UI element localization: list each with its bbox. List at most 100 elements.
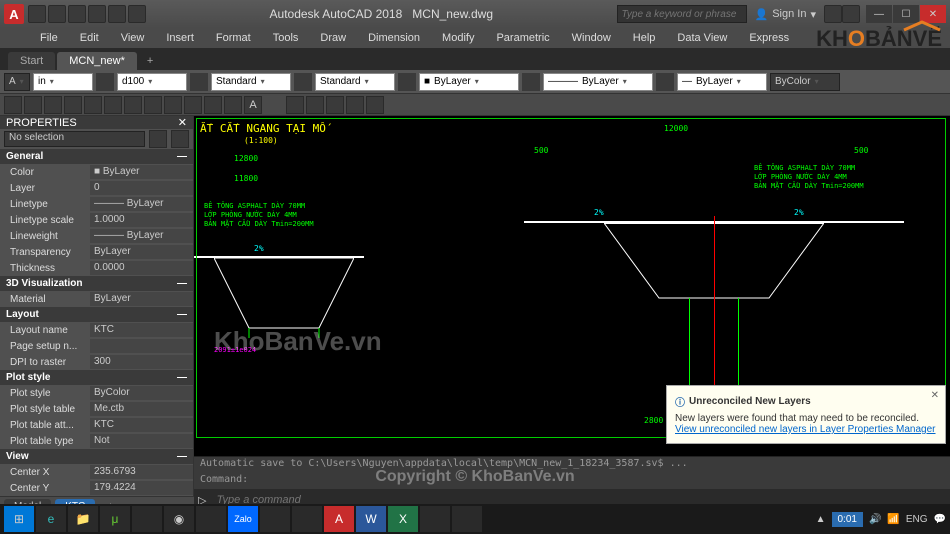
tool-icon[interactable]	[84, 96, 102, 114]
prop-value[interactable]: ——— ByLayer	[90, 197, 193, 211]
menu-view[interactable]: View	[111, 30, 155, 46]
prop-value[interactable]: ——— ByLayer	[90, 229, 193, 243]
clock[interactable]: 0:01	[832, 512, 863, 527]
prop-row[interactable]: Lineweight——— ByLayer	[0, 228, 193, 244]
prop-value[interactable]: ByLayer	[90, 245, 193, 259]
start-button[interactable]: ⊞	[4, 506, 34, 532]
lineweight-dropdown[interactable]: — ByLayer▾	[677, 73, 767, 91]
prop-value[interactable]: KTC	[90, 418, 193, 432]
prop-row[interactable]: TransparencyByLayer	[0, 244, 193, 260]
prop-group-header[interactable]: Layout—	[0, 307, 193, 322]
taskbar-ie-icon[interactable]: e	[36, 506, 66, 532]
language-indicator[interactable]: ENG	[906, 514, 928, 525]
tool-icon[interactable]	[44, 96, 62, 114]
qat-print-icon[interactable]	[128, 5, 146, 23]
taskbar-app-icon[interactable]	[452, 506, 482, 532]
taskbar-excel-icon[interactable]: X	[388, 506, 418, 532]
taskbar-app-icon[interactable]	[420, 506, 450, 532]
menu-draw[interactable]: Draw	[310, 30, 356, 46]
selection-dropdown[interactable]: No selection	[4, 131, 145, 147]
qat-undo-icon[interactable]	[88, 5, 106, 23]
menu-file[interactable]: File	[30, 30, 68, 46]
prop-value[interactable]: 1.0000	[90, 213, 193, 227]
tab-add-button[interactable]: +	[139, 52, 161, 70]
app-icon[interactable]: A	[4, 4, 24, 24]
prop-row[interactable]: Linetype——— ByLayer	[0, 196, 193, 212]
tool-icon[interactable]	[144, 96, 162, 114]
tool-icon[interactable]	[346, 96, 364, 114]
tool-icon[interactable]	[326, 96, 344, 114]
prop-row[interactable]: Thickness0.0000	[0, 260, 193, 276]
prop-value[interactable]: 300	[90, 355, 193, 369]
quickselect-icon[interactable]	[149, 130, 167, 148]
taskbar-app-icon[interactable]	[196, 506, 226, 532]
tray-icon[interactable]: 🔊	[869, 514, 881, 525]
taskbar-explorer-icon[interactable]: 📁	[68, 506, 98, 532]
taskbar-autocad-icon[interactable]: A	[324, 506, 354, 532]
balloon-link[interactable]: View unreconciled new layers in Layer Pr…	[675, 424, 937, 435]
help-icon[interactable]	[842, 5, 860, 23]
minimize-button[interactable]: —	[866, 5, 892, 23]
help-search-input[interactable]	[617, 5, 747, 23]
tool-icon[interactable]	[164, 96, 182, 114]
tablestyle-dropdown[interactable]: Standard▾	[211, 73, 291, 91]
taskbar-zalo-icon[interactable]: Zalo	[228, 506, 258, 532]
tool-icon[interactable]	[306, 96, 324, 114]
prop-value[interactable]: 0.0000	[90, 261, 193, 275]
prop-value[interactable]: 0	[90, 181, 193, 195]
tool-icon[interactable]	[104, 96, 122, 114]
prop-value[interactable]: KTC	[90, 323, 193, 337]
menu-format[interactable]: Format	[206, 30, 261, 46]
prop-value[interactable]: ■ ByLayer	[90, 165, 193, 179]
qat-new-icon[interactable]	[28, 5, 46, 23]
annotate-dropdown[interactable]: A▾	[4, 73, 30, 91]
linetype-dropdown[interactable]: ——— ByLayer▾	[543, 73, 653, 91]
prop-value[interactable]: 235.6793	[90, 465, 193, 479]
menu-insert[interactable]: Insert	[156, 30, 204, 46]
mleader-icon[interactable]	[294, 73, 312, 91]
prop-row[interactable]: Plot table att...KTC	[0, 417, 193, 433]
mleaderstyle-dropdown[interactable]: Standard▾	[315, 73, 395, 91]
layer-icon[interactable]	[398, 73, 416, 91]
taskbar-app-icon[interactable]	[292, 506, 322, 532]
prop-group-header[interactable]: 3D Visualization—	[0, 276, 193, 291]
tool-icon[interactable]	[184, 96, 202, 114]
prop-row[interactable]: DPI to raster300	[0, 354, 193, 370]
prop-value[interactable]	[90, 339, 193, 353]
tool-icon[interactable]	[124, 96, 142, 114]
dimstyle-dropdown[interactable]: d100▾	[117, 73, 187, 91]
tool-icon[interactable]	[24, 96, 42, 114]
taskbar-utorrent-icon[interactable]: μ	[100, 506, 130, 532]
taskbar-word-icon[interactable]: W	[356, 506, 386, 532]
tool-icon[interactable]	[64, 96, 82, 114]
menu-parametric[interactable]: Parametric	[486, 30, 559, 46]
prop-row[interactable]: Center Y179.4224	[0, 480, 193, 496]
exchange-icon[interactable]	[824, 5, 842, 23]
layer-dropdown[interactable]: ■ ByLayer▾	[419, 73, 519, 91]
ltype-icon[interactable]	[522, 73, 540, 91]
menu-dataview[interactable]: Data View	[667, 30, 737, 46]
prop-group-header[interactable]: General—	[0, 149, 193, 164]
lweight-icon[interactable]	[656, 73, 674, 91]
tray-icon[interactable]: 📶	[887, 514, 899, 525]
taskbar-app-icon[interactable]	[132, 506, 162, 532]
tab-document[interactable]: MCN_new*	[57, 52, 137, 70]
tray-icon[interactable]: ▲	[816, 514, 826, 525]
tray-icon[interactable]: 💬	[934, 514, 946, 525]
prop-value[interactable]: 179.4224	[90, 481, 193, 495]
prop-row[interactable]: MaterialByLayer	[0, 291, 193, 307]
prop-row[interactable]: Plot styleByColor	[0, 385, 193, 401]
prop-group-header[interactable]: View—	[0, 449, 193, 464]
table-icon[interactable]	[190, 73, 208, 91]
prop-row[interactable]: Layout nameKTC	[0, 322, 193, 338]
qat-save-icon[interactable]	[68, 5, 86, 23]
prop-value[interactable]: Me.ctb	[90, 402, 193, 416]
balloon-close-icon[interactable]: ✕	[931, 390, 939, 401]
pickadd-icon[interactable]	[171, 130, 189, 148]
tool-icon[interactable]	[286, 96, 304, 114]
tab-start[interactable]: Start	[8, 52, 55, 70]
prop-group-header[interactable]: Plot style—	[0, 370, 193, 385]
prop-row[interactable]: Linetype scale1.0000	[0, 212, 193, 228]
prop-row[interactable]: Page setup n...	[0, 338, 193, 354]
prop-value[interactable]: ByColor	[90, 386, 193, 400]
